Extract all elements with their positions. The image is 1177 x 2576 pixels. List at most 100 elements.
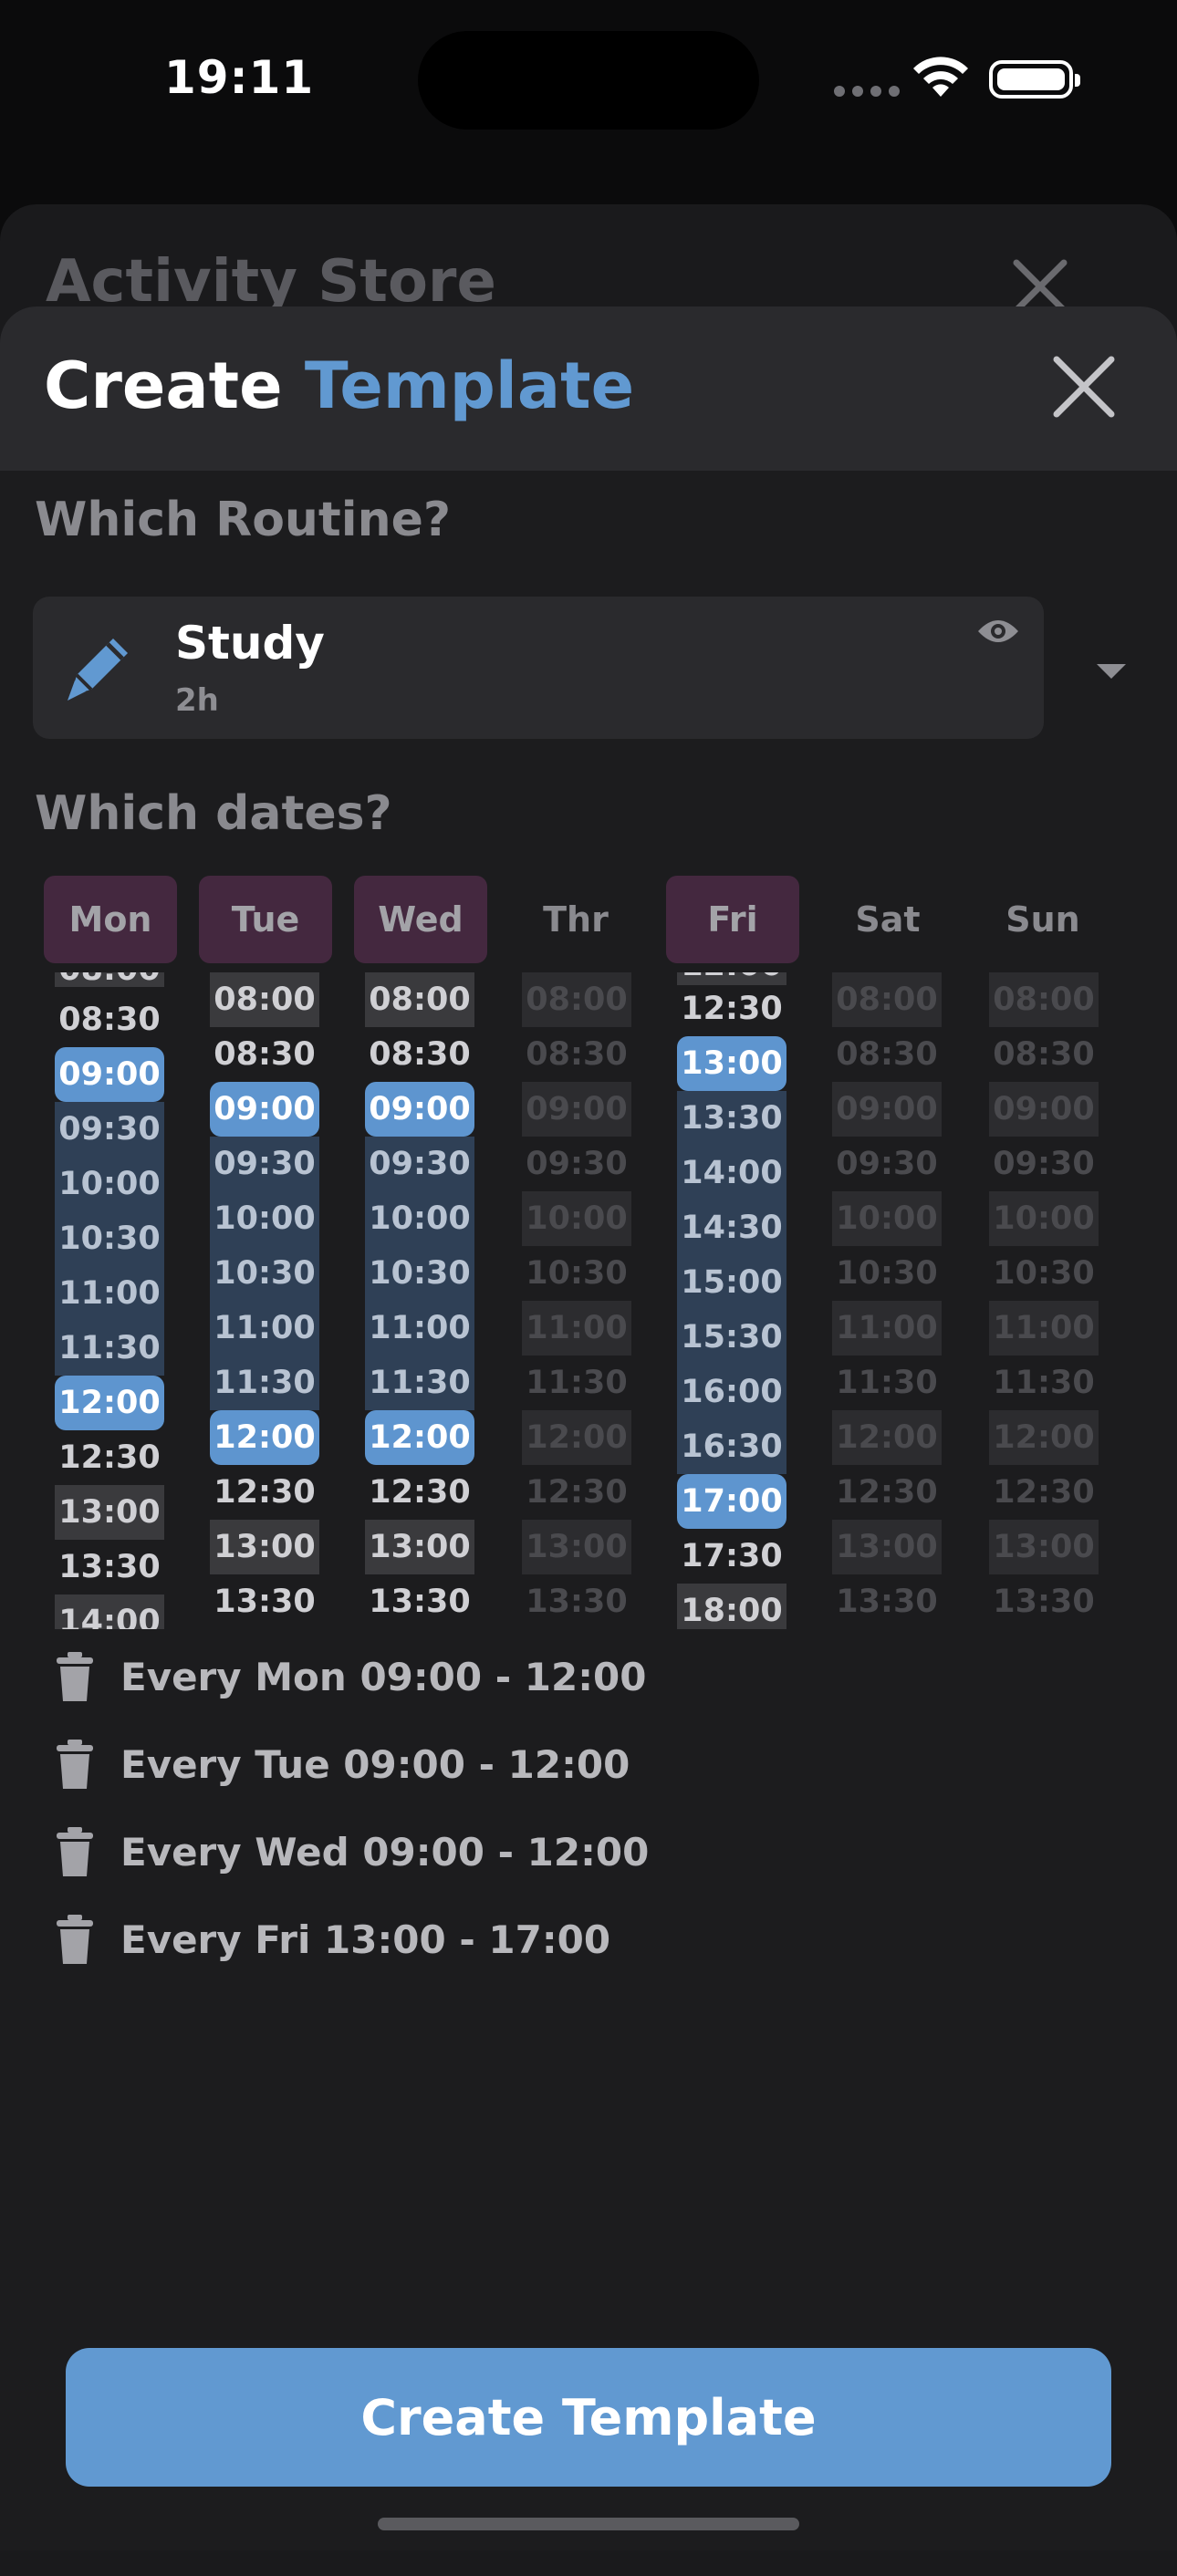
time-column-mon[interactable]: 08:00 08:30 09:00 09:30 10:00 10:30 11:0… xyxy=(55,972,164,1629)
day-tue[interactable]: Tue xyxy=(199,876,332,963)
time-column-thr[interactable]: 08:00 08:30 09:00 09:30 10:00 10:30 11:0… xyxy=(522,972,631,1629)
time-slot[interactable]: 11:30 xyxy=(522,1356,631,1410)
time-slot[interactable]: 13:00 xyxy=(989,1520,1099,1574)
time-slot[interactable]: 10:30 xyxy=(55,1211,164,1266)
routine-select[interactable]: Study 2h xyxy=(33,597,1044,739)
time-slot[interactable]: 10:00 xyxy=(522,1191,631,1246)
time-slot[interactable]: 08:30 xyxy=(210,1027,319,1082)
time-slot[interactable]: 17:00 xyxy=(677,1474,786,1529)
time-slot[interactable]: 08:00 xyxy=(210,972,319,1027)
time-slot[interactable]: 18:00 xyxy=(677,1584,786,1629)
time-slot[interactable]: 13:00 xyxy=(522,1520,631,1574)
time-slot[interactable]: 12:30 xyxy=(210,1465,319,1520)
time-slot[interactable]: 10:00 xyxy=(365,1191,474,1246)
time-slot[interactable]: 12:00 xyxy=(365,1410,474,1465)
time-slot[interactable]: 09:00 xyxy=(832,1082,942,1137)
time-slot[interactable]: 09:30 xyxy=(210,1137,319,1191)
time-slot[interactable]: 09:30 xyxy=(55,1102,164,1157)
time-slot[interactable]: 10:00 xyxy=(55,1157,164,1211)
time-slot[interactable]: 16:00 xyxy=(677,1365,786,1419)
day-sun[interactable]: Sun xyxy=(976,876,1109,963)
time-slot[interactable]: 12:00 xyxy=(989,1410,1099,1465)
time-column-wed[interactable]: 08:00 08:30 09:00 09:30 10:00 10:30 11:0… xyxy=(365,972,474,1629)
time-slot[interactable]: 11:00 xyxy=(832,1301,942,1356)
time-slot[interactable]: 10:00 xyxy=(989,1191,1099,1246)
time-slot[interactable]: 11:30 xyxy=(210,1356,319,1410)
time-slot[interactable]: 11:00 xyxy=(522,1301,631,1356)
trash-icon[interactable] xyxy=(57,1652,93,1701)
time-slot[interactable]: 08:30 xyxy=(832,1027,942,1082)
time-slot[interactable]: 12:30 xyxy=(677,982,786,1036)
time-slot[interactable]: 11:00 xyxy=(55,1266,164,1321)
time-slot[interactable]: 08:00 xyxy=(522,972,631,1027)
time-slot[interactable]: 12:30 xyxy=(832,1465,942,1520)
time-slot[interactable]: 15:30 xyxy=(677,1310,786,1365)
time-slot[interactable]: 12:00 xyxy=(832,1410,942,1465)
time-slot[interactable]: 13:30 xyxy=(55,1540,164,1594)
trash-icon[interactable] xyxy=(57,1915,93,1964)
close-button[interactable] xyxy=(1049,352,1119,421)
day-wed[interactable]: Wed xyxy=(354,876,487,963)
time-slot[interactable]: 13:30 xyxy=(989,1574,1099,1629)
time-slot[interactable]: 11:30 xyxy=(365,1356,474,1410)
time-slot[interactable]: 16:30 xyxy=(677,1419,786,1474)
time-slot[interactable]: 08:00 xyxy=(365,972,474,1027)
time-slot[interactable]: 08:30 xyxy=(365,1027,474,1082)
time-slot[interactable]: 11:00 xyxy=(989,1301,1099,1356)
day-fri[interactable]: Fri xyxy=(666,876,799,963)
time-slot[interactable]: 11:30 xyxy=(832,1356,942,1410)
time-slot[interactable]: 14:30 xyxy=(677,1200,786,1255)
time-slot[interactable]: 09:00 xyxy=(522,1082,631,1137)
eye-icon[interactable] xyxy=(976,615,1020,648)
chevron-down-icon[interactable] xyxy=(1093,660,1130,682)
time-slot[interactable]: 13:30 xyxy=(210,1574,319,1629)
time-slot[interactable]: 08:30 xyxy=(522,1027,631,1082)
time-slot[interactable]: 13:30 xyxy=(522,1574,631,1629)
time-slot[interactable]: 12:00 xyxy=(522,1410,631,1465)
time-slot[interactable]: 12:30 xyxy=(522,1465,631,1520)
time-slot[interactable]: 08:30 xyxy=(55,992,164,1047)
time-slot[interactable]: 13:00 xyxy=(832,1520,942,1574)
time-column-sat[interactable]: 08:00 08:30 09:00 09:30 10:00 10:30 11:0… xyxy=(832,972,942,1629)
time-slot[interactable]: 10:30 xyxy=(989,1246,1099,1301)
time-slot[interactable]: 11:30 xyxy=(989,1356,1099,1410)
time-slot[interactable]: 09:30 xyxy=(989,1137,1099,1191)
time-slot[interactable]: 15:00 xyxy=(677,1255,786,1310)
time-slot[interactable]: 09:00 xyxy=(210,1082,319,1137)
day-thr[interactable]: Thr xyxy=(509,876,642,963)
time-slot[interactable]: 17:30 xyxy=(677,1529,786,1584)
time-slot[interactable]: 14:00 xyxy=(55,1594,164,1629)
time-slot[interactable]: 13:00 xyxy=(210,1520,319,1574)
time-slot[interactable]: 09:00 xyxy=(989,1082,1099,1137)
time-slot[interactable]: 13:30 xyxy=(832,1574,942,1629)
time-slot[interactable]: 08:30 xyxy=(989,1027,1099,1082)
day-sat[interactable]: Sat xyxy=(821,876,954,963)
time-slot[interactable]: 11:00 xyxy=(210,1301,319,1356)
time-slot[interactable]: 09:30 xyxy=(522,1137,631,1191)
time-slot[interactable]: 12:30 xyxy=(55,1430,164,1485)
trash-icon[interactable] xyxy=(57,1740,93,1789)
time-slot[interactable]: 08:00 xyxy=(832,972,942,1027)
time-slot[interactable]: 10:30 xyxy=(522,1246,631,1301)
time-slot[interactable]: 12:30 xyxy=(365,1465,474,1520)
time-column-fri[interactable]: 12:00 12:30 13:00 13:30 14:00 14:30 15:0… xyxy=(677,972,786,1629)
day-mon[interactable]: Mon xyxy=(44,876,177,963)
time-slot[interactable]: 10:30 xyxy=(365,1246,474,1301)
time-slot[interactable]: 10:00 xyxy=(832,1191,942,1246)
time-slot[interactable]: 11:30 xyxy=(55,1321,164,1376)
time-slot[interactable]: 14:00 xyxy=(677,1146,786,1200)
time-slot[interactable]: 13:00 xyxy=(55,1485,164,1540)
time-slot[interactable]: 09:00 xyxy=(365,1082,474,1137)
time-slot[interactable]: 12:00 xyxy=(210,1410,319,1465)
time-slot[interactable]: 12:30 xyxy=(989,1465,1099,1520)
time-slot[interactable]: 13:30 xyxy=(677,1091,786,1146)
time-slot[interactable]: 09:00 xyxy=(55,1047,164,1102)
time-slot[interactable]: 08:00 xyxy=(55,972,164,988)
time-slot[interactable]: 10:30 xyxy=(210,1246,319,1301)
time-column-tue[interactable]: 08:00 08:30 09:00 09:30 10:00 10:30 11:0… xyxy=(210,972,319,1629)
time-slot[interactable]: 12:00 xyxy=(55,1376,164,1430)
time-slot[interactable]: 09:30 xyxy=(365,1137,474,1191)
trash-icon[interactable] xyxy=(57,1827,93,1876)
create-template-button[interactable]: Create Template xyxy=(66,2348,1111,2487)
time-slot[interactable]: 10:30 xyxy=(832,1246,942,1301)
